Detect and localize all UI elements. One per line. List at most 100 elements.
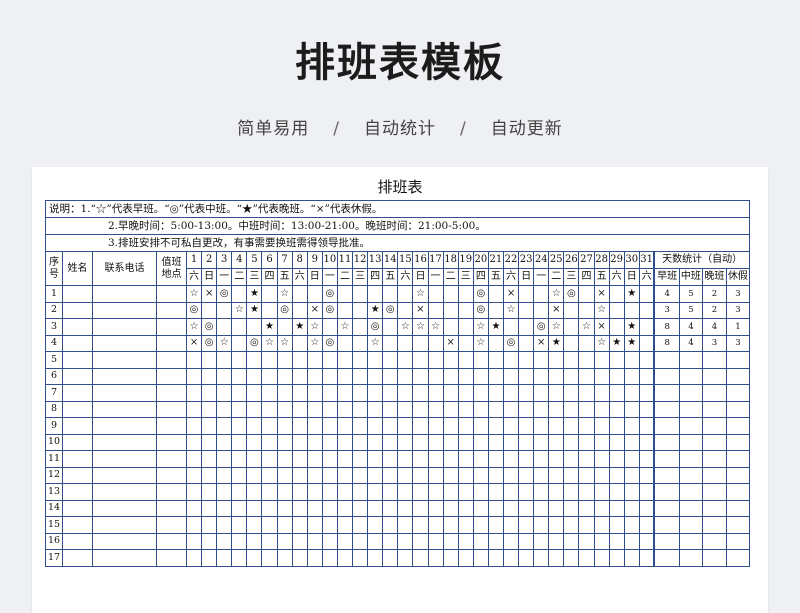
shift-cell[interactable] [306,450,323,468]
shift-cell[interactable] [185,384,203,402]
shift-cell[interactable] [321,318,338,336]
shift-cell[interactable] [578,499,595,517]
shift-cell[interactable] [382,417,399,435]
shift-cell[interactable] [427,532,444,550]
shift-cell[interactable] [533,400,550,418]
shift-cell[interactable] [518,450,535,468]
shift-cell[interactable] [306,483,323,501]
shift-cell[interactable] [352,483,369,501]
shift-cell[interactable]: ★ [623,285,640,303]
shift-cell[interactable] [397,433,414,451]
shift-cell[interactable] [246,549,263,567]
shift-cell[interactable] [427,400,444,418]
shift-cell[interactable]: ☆ [231,301,248,319]
shift-cell[interactable]: ☆ [276,334,293,352]
shift-cell[interactable] [321,450,338,468]
shift-cell[interactable] [352,400,369,418]
shift-cell[interactable] [518,318,535,336]
shift-cell[interactable] [231,400,248,418]
shift-cell[interactable] [548,384,565,402]
shift-cell[interactable] [442,483,459,501]
phone-cell[interactable] [92,532,157,550]
shift-cell[interactable] [216,483,233,501]
phone-cell[interactable] [92,351,157,369]
shift-cell[interactable] [638,450,655,468]
shift-cell[interactable] [367,483,384,501]
shift-cell[interactable]: ★ [548,334,565,352]
shift-cell[interactable] [638,400,655,418]
shift-cell[interactable] [276,351,293,369]
shift-cell[interactable] [231,384,248,402]
shift-cell[interactable] [593,450,610,468]
shift-cell[interactable] [397,351,414,369]
shift-cell[interactable] [563,549,580,567]
shift-cell[interactable] [593,400,610,418]
shift-cell[interactable] [321,483,338,501]
shift-cell[interactable] [382,549,399,567]
shift-cell[interactable] [231,318,248,336]
shift-cell[interactable] [276,318,293,336]
shift-cell[interactable] [261,417,278,435]
shift-cell[interactable] [457,400,474,418]
shift-cell[interactable]: × [185,334,203,352]
phone-cell[interactable] [92,549,157,567]
shift-cell[interactable] [336,532,354,550]
shift-cell[interactable] [578,285,595,303]
shift-cell[interactable] [367,549,384,567]
shift-cell[interactable] [336,516,354,534]
shift-cell[interactable] [502,483,520,501]
shift-cell[interactable] [623,301,640,319]
name-cell[interactable] [62,483,93,501]
shift-cell[interactable]: ☆ [427,318,444,336]
shift-cell[interactable] [457,433,474,451]
shift-cell[interactable] [457,549,474,567]
name-cell[interactable] [62,549,93,567]
shift-cell[interactable] [472,516,489,534]
name-cell[interactable] [62,433,93,451]
shift-cell[interactable] [261,301,278,319]
shift-cell[interactable] [442,285,459,303]
name-cell[interactable] [62,532,93,550]
shift-cell[interactable]: ★ [623,334,640,352]
shift-cell[interactable] [608,483,625,501]
shift-cell[interactable] [185,516,203,534]
shift-cell[interactable] [487,483,504,501]
shift-cell[interactable] [261,351,278,369]
shift-cell[interactable] [533,433,550,451]
shift-cell[interactable] [367,285,384,303]
shift-cell[interactable]: ☆ [548,285,565,303]
shift-cell[interactable] [231,466,248,484]
shift-cell[interactable] [502,516,520,534]
shift-cell[interactable] [336,499,354,517]
shift-cell[interactable] [427,466,444,484]
shift-cell[interactable] [321,417,338,435]
shift-cell[interactable] [563,417,580,435]
location-cell[interactable] [156,318,187,336]
location-cell[interactable] [156,285,187,303]
shift-cell[interactable] [382,351,399,369]
shift-cell[interactable] [336,549,354,567]
shift-cell[interactable]: ◎ [246,334,263,352]
shift-cell[interactable] [563,483,580,501]
shift-cell[interactable] [442,433,459,451]
shift-cell[interactable] [548,466,565,484]
shift-cell[interactable] [291,466,308,484]
shift-cell[interactable] [608,532,625,550]
shift-cell[interactable] [397,301,414,319]
name-cell[interactable] [62,400,93,418]
shift-cell[interactable] [246,499,263,517]
shift-cell[interactable] [216,433,233,451]
shift-cell[interactable] [382,318,399,336]
name-cell[interactable] [62,367,93,385]
name-cell[interactable] [62,301,93,319]
shift-cell[interactable] [397,400,414,418]
shift-cell[interactable] [442,351,459,369]
shift-cell[interactable] [638,318,655,336]
location-cell[interactable] [156,433,187,451]
shift-cell[interactable] [442,301,459,319]
shift-cell[interactable]: ◎ [472,285,489,303]
shift-cell[interactable]: ◎ [185,301,203,319]
shift-cell[interactable] [201,450,218,468]
shift-cell[interactable] [185,433,203,451]
shift-cell[interactable]: ◎ [321,334,338,352]
